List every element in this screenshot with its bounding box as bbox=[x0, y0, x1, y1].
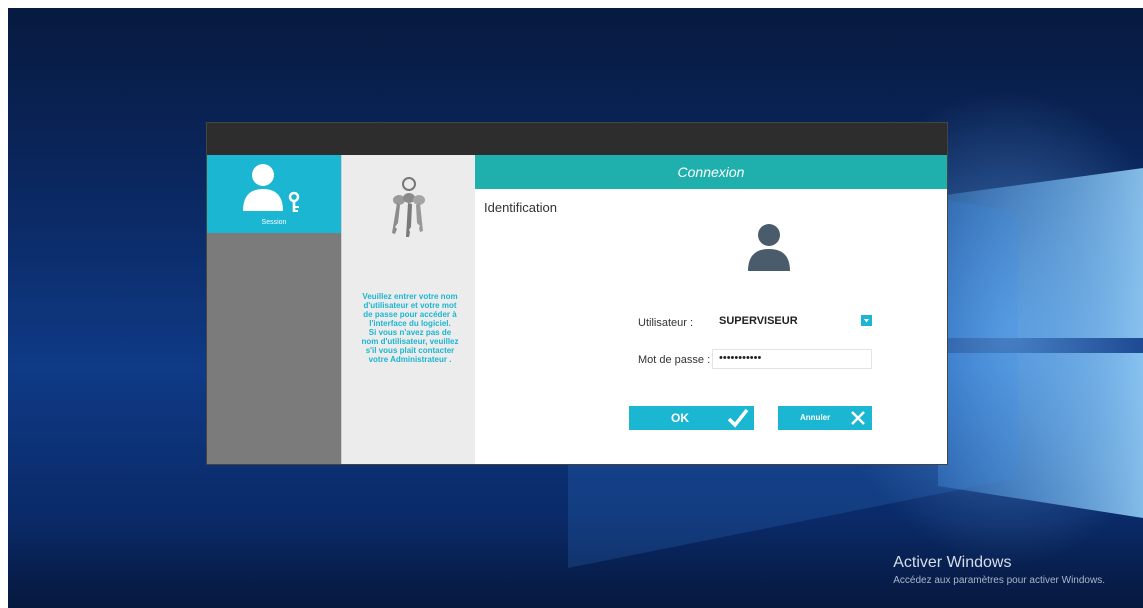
username-select[interactable]: SUPERVISEUR bbox=[712, 311, 872, 331]
user-key-icon bbox=[243, 164, 300, 212]
login-instructions: Veuillez entrer votre nom d'utilisateur … bbox=[361, 292, 459, 364]
login-window: Session Veuillez entrer votre nom d'util… bbox=[207, 123, 947, 464]
section-title: Identification bbox=[484, 200, 557, 215]
close-icon bbox=[851, 411, 865, 425]
checkmark-icon bbox=[727, 408, 749, 428]
panel-header: Connexion bbox=[475, 155, 947, 189]
login-panel: Connexion Identification Utilisateur : S… bbox=[475, 155, 947, 464]
password-field[interactable]: ••••••••••• bbox=[712, 349, 872, 369]
chevron-down-icon[interactable] bbox=[861, 315, 872, 326]
user-avatar-icon bbox=[748, 224, 790, 271]
sidebar-item-session[interactable]: Session bbox=[207, 155, 341, 233]
window-titlebar[interactable] bbox=[207, 123, 947, 155]
password-value: ••••••••••• bbox=[719, 352, 762, 364]
cancel-button-label: Annuler bbox=[800, 413, 831, 422]
sidebar-item-label: Session bbox=[261, 219, 287, 226]
password-label: Mot de passe : bbox=[638, 354, 711, 366]
activation-title: Activer Windows bbox=[893, 554, 1012, 571]
ok-button-label: OK bbox=[671, 411, 689, 425]
windows-activation-watermark: Activer Windows Accédez aux paramètres p… bbox=[893, 554, 1105, 586]
username-label: Utilisateur : bbox=[638, 317, 694, 329]
username-value: SUPERVISEUR bbox=[719, 315, 798, 327]
ok-button[interactable]: OK bbox=[629, 406, 754, 430]
keys-icon bbox=[392, 177, 425, 237]
cancel-button[interactable]: Annuler bbox=[778, 406, 872, 430]
info-panel: Veuillez entrer votre nom d'utilisateur … bbox=[341, 155, 477, 464]
sidebar: Session bbox=[207, 155, 341, 464]
activation-subtitle: Accédez aux paramètres pour activer Wind… bbox=[893, 575, 1105, 586]
